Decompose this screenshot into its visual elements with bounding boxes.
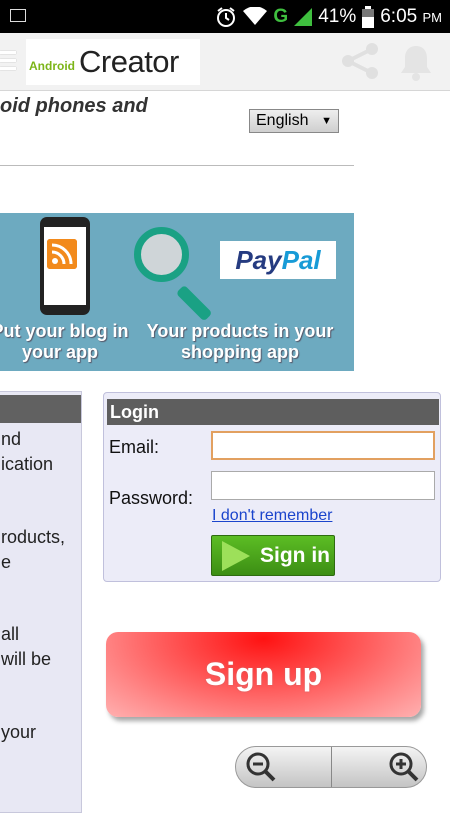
dropdown-arrow-icon: ▼	[321, 115, 332, 127]
banner-caption-shop: Your products in your shopping app	[146, 321, 334, 362]
password-label: Password:	[109, 488, 194, 508]
language-value: English	[256, 112, 309, 129]
email-field[interactable]	[211, 431, 435, 460]
feature-banner: Pay Pal Put your blog in your app Your pr…	[0, 213, 354, 371]
play-arrow-icon	[222, 540, 250, 571]
status-bar-right: G 41% 6:05 PM	[215, 4, 442, 30]
network-type: G	[273, 6, 289, 27]
language-select[interactable]: English ▼	[249, 109, 339, 133]
status-bar: G 41% 6:05 PM	[0, 0, 450, 33]
bell-icon[interactable]	[398, 43, 434, 81]
signal-icon	[294, 8, 313, 26]
page-tagline: oid phones and	[0, 95, 148, 117]
clock: 6:05 PM	[380, 6, 442, 28]
logo-creator-text: Creator	[79, 44, 179, 79]
magnifier-handle	[175, 284, 213, 322]
divider	[0, 165, 354, 166]
left-info-panel: nd ication roducts, e all will be your	[0, 391, 82, 813]
signup-label: Sign up	[204, 656, 323, 692]
menu-icon[interactable]	[0, 51, 16, 71]
logo-android-text: Android	[29, 59, 75, 73]
login-title: Login	[107, 399, 439, 425]
rss-icon	[47, 239, 77, 269]
password-field[interactable]	[211, 471, 435, 500]
signin-button[interactable]: Sign in	[211, 535, 335, 576]
left-panel-line: ication	[1, 454, 54, 474]
forgot-password-link[interactable]: I don't remember	[212, 507, 332, 525]
image-notification-icon	[10, 9, 26, 22]
left-panel-line: will be	[1, 649, 52, 669]
logo[interactable]: Android Creator	[26, 39, 200, 85]
zoom-in-icon[interactable]	[388, 751, 420, 783]
zoom-separator	[331, 747, 332, 787]
app-bar: Android Creator	[0, 33, 450, 91]
paypal-pay: Pay	[235, 244, 282, 275]
left-panel-line: e	[1, 552, 12, 572]
clock-time: 6:05	[380, 6, 418, 27]
left-panel-line: all	[1, 624, 20, 644]
login-box: Login Email: Password: I don't remember …	[103, 392, 441, 582]
left-panel-line: nd	[1, 429, 22, 449]
alarm-icon	[217, 7, 236, 27]
magnifier-icon	[134, 227, 189, 282]
paypal-logo: Pay Pal	[220, 241, 336, 279]
left-panel-line: roducts,	[1, 527, 66, 547]
left-panel-line: your	[1, 722, 37, 742]
zoom-controls	[235, 746, 427, 788]
left-panel-header	[0, 395, 81, 423]
email-label: Email:	[109, 437, 160, 457]
battery-percent: 41%	[318, 6, 357, 27]
signup-button[interactable]: Sign up	[106, 632, 421, 717]
phone-icon	[40, 217, 90, 315]
paypal-pal: Pal	[281, 244, 321, 275]
wifi-icon	[243, 7, 268, 25]
share-icon[interactable]	[338, 41, 382, 81]
signin-label: Sign in	[260, 543, 330, 567]
battery-icon	[362, 6, 375, 28]
zoom-out-icon[interactable]	[245, 751, 277, 783]
banner-caption-blog: Put your blog in your app	[0, 321, 129, 362]
clock-ampm: PM	[422, 10, 443, 25]
